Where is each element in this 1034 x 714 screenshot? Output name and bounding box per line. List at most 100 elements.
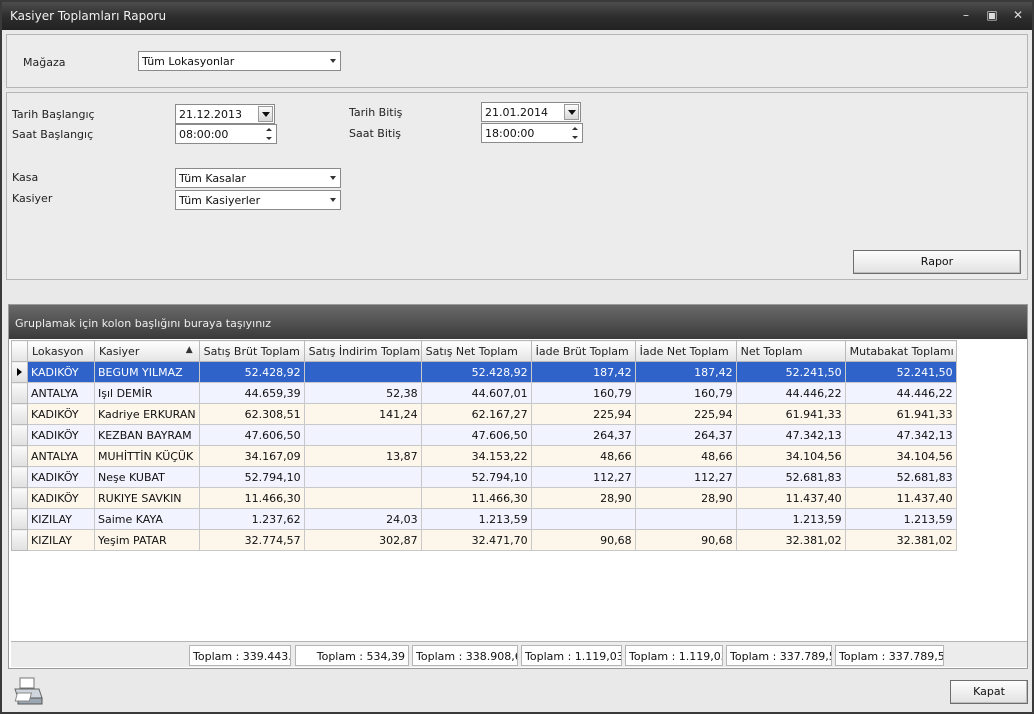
minimize-icon[interactable]: – bbox=[958, 8, 974, 22]
row-indicator[interactable] bbox=[11, 508, 28, 530]
calendar-dropdown-icon[interactable] bbox=[258, 106, 273, 122]
table-cell[interactable]: 90,68 bbox=[530, 529, 636, 551]
table-cell[interactable]: 62.308,51 bbox=[198, 403, 305, 425]
table-cell[interactable]: 11.437,40 bbox=[735, 487, 846, 509]
row-indicator[interactable] bbox=[11, 529, 28, 551]
table-cell[interactable]: 47.342,13 bbox=[735, 424, 846, 446]
table-cell[interactable] bbox=[303, 466, 422, 488]
table-cell[interactable]: 32.381,02 bbox=[844, 529, 957, 551]
close-icon[interactable]: ✕ bbox=[1010, 8, 1026, 22]
table-cell[interactable]: 48,66 bbox=[530, 445, 636, 467]
table-cell[interactable]: 48,66 bbox=[634, 445, 737, 467]
table-cell[interactable]: 264,37 bbox=[530, 424, 636, 446]
table-cell[interactable]: Yeşim PATAR bbox=[94, 529, 200, 551]
table-cell[interactable]: RUKIYE SAVKIN bbox=[94, 487, 200, 509]
spin-down-icon[interactable] bbox=[265, 135, 274, 143]
table-cell[interactable]: ANTALYA bbox=[27, 445, 95, 467]
printer-icon[interactable] bbox=[12, 676, 44, 708]
table-cell[interactable]: 52.794,10 bbox=[420, 466, 532, 488]
magaza-select[interactable]: Tüm Lokasyonlar bbox=[138, 51, 341, 71]
table-cell[interactable]: 112,27 bbox=[530, 466, 636, 488]
table-cell[interactable]: 47.606,50 bbox=[198, 424, 305, 446]
title-bar[interactable]: Kasiyer Toplamları Raporu – ▣ ✕ bbox=[2, 2, 1032, 30]
table-cell[interactable]: 1.213,59 bbox=[420, 508, 532, 530]
table-cell[interactable]: 32.471,70 bbox=[420, 529, 532, 551]
kasiyer-select[interactable]: Tüm Kasiyerler bbox=[175, 190, 341, 210]
table-row[interactable]: KADIKÖY BEGUM YILMAZ 52.428,92 52.428,92 187… bbox=[11, 361, 957, 383]
kasa-select[interactable]: Tüm Kasalar bbox=[175, 168, 341, 188]
table-cell[interactable]: 61.941,33 bbox=[844, 403, 957, 425]
table-cell[interactable]: Saime KAYA bbox=[94, 508, 200, 530]
table-cell[interactable]: 44.659,39 bbox=[198, 382, 305, 404]
table-cell[interactable]: 225,94 bbox=[634, 403, 737, 425]
data-table[interactable]: Lokasyon Kasiyer ▲ Satış Brüt Toplam Satı… bbox=[11, 340, 957, 551]
table-cell[interactable]: 11.466,30 bbox=[420, 487, 532, 509]
table-cell[interactable]: 1.237,62 bbox=[198, 508, 305, 530]
col-header[interactable]: Mutabakat Toplamı bbox=[844, 340, 957, 362]
kapat-button[interactable]: Kapat bbox=[950, 680, 1028, 704]
table-cell[interactable] bbox=[303, 361, 422, 383]
table-cell[interactable]: 44.446,22 bbox=[844, 382, 957, 404]
table-cell[interactable]: 28,90 bbox=[530, 487, 636, 509]
table-cell[interactable]: 47.342,13 bbox=[844, 424, 957, 446]
table-row[interactable]: KIZILAY Saime KAYA 1.237,62 24,03 1.213,59 1.… bbox=[11, 508, 957, 530]
table-cell[interactable]: KADIKÖY bbox=[27, 487, 95, 509]
row-indicator[interactable] bbox=[11, 466, 28, 488]
table-cell[interactable]: KEZBAN BAYRAM bbox=[94, 424, 200, 446]
table-cell[interactable] bbox=[303, 424, 422, 446]
table-row[interactable]: KADIKÖY KEZBAN BAYRAM 47.606,50 47.606,50 26… bbox=[11, 424, 957, 446]
table-row[interactable]: ANTALYA MUHİTTİN KÜÇÜK 34.167,09 13,87 34.15… bbox=[11, 445, 957, 467]
table-cell[interactable] bbox=[530, 508, 636, 530]
table-cell[interactable]: 52.241,50 bbox=[844, 361, 957, 383]
table-cell[interactable]: 52.428,92 bbox=[198, 361, 305, 383]
col-header-sorted[interactable]: Kasiyer ▲ bbox=[94, 340, 200, 362]
saat-baslangic-spinner[interactable]: 08:00:00 bbox=[175, 124, 277, 144]
table-cell[interactable] bbox=[303, 487, 422, 509]
table-cell[interactable]: 1.213,59 bbox=[735, 508, 846, 530]
table-cell[interactable]: 52.428,92 bbox=[420, 361, 532, 383]
table-cell[interactable]: 187,42 bbox=[634, 361, 737, 383]
col-header[interactable]: Satış Brüt Toplam bbox=[198, 340, 305, 362]
table-cell[interactable]: 11.466,30 bbox=[198, 487, 305, 509]
col-header[interactable]: Lokasyon bbox=[27, 340, 95, 362]
table-row[interactable]: KADIKÖY Neşe KUBAT 52.794,10 52.794,10 112,2… bbox=[11, 466, 957, 488]
table-cell[interactable]: 34.167,09 bbox=[198, 445, 305, 467]
table-cell[interactable]: KADIKÖY bbox=[27, 424, 95, 446]
table-cell[interactable]: 32.381,02 bbox=[735, 529, 846, 551]
table-cell[interactable]: 52.681,83 bbox=[844, 466, 957, 488]
table-cell[interactable]: 47.606,50 bbox=[420, 424, 532, 446]
spin-up-icon[interactable] bbox=[571, 125, 580, 133]
table-cell[interactable]: MUHİTTİN KÜÇÜK bbox=[94, 445, 200, 467]
col-header[interactable]: Satış İndirim Toplam bbox=[303, 340, 422, 362]
table-cell[interactable]: 52,38 bbox=[303, 382, 422, 404]
row-indicator[interactable] bbox=[11, 361, 28, 383]
saat-bitis-spinner[interactable]: 18:00:00 bbox=[481, 123, 583, 143]
spin-down-icon[interactable] bbox=[571, 134, 580, 142]
table-cell[interactable]: 13,87 bbox=[303, 445, 422, 467]
table-cell[interactable]: 34.104,56 bbox=[844, 445, 957, 467]
table-cell[interactable]: 24,03 bbox=[303, 508, 422, 530]
table-cell[interactable]: 44.607,01 bbox=[420, 382, 532, 404]
table-row[interactable]: KADIKÖY RUKIYE SAVKIN 11.466,30 11.466,30 28… bbox=[11, 487, 957, 509]
table-cell[interactable]: 1.213,59 bbox=[844, 508, 957, 530]
col-header[interactable]: İade Net Toplam bbox=[634, 340, 737, 362]
table-cell[interactable]: Neşe KUBAT bbox=[94, 466, 200, 488]
table-cell[interactable]: 160,79 bbox=[530, 382, 636, 404]
table-cell[interactable]: 112,27 bbox=[634, 466, 737, 488]
table-cell[interactable]: 302,87 bbox=[303, 529, 422, 551]
table-row[interactable]: ANTALYA Işıl DEMİR 44.659,39 52,38 44.607,01… bbox=[11, 382, 957, 404]
report-grid[interactable]: Gruplamak için kolon başlığını buraya ta… bbox=[8, 304, 1028, 669]
table-cell[interactable]: 34.104,56 bbox=[735, 445, 846, 467]
table-cell[interactable]: KADIKÖY bbox=[27, 403, 95, 425]
table-cell[interactable]: 11.437,40 bbox=[844, 487, 957, 509]
spin-up-icon[interactable] bbox=[265, 126, 274, 134]
group-by-panel[interactable]: Gruplamak için kolon başlığını buraya ta… bbox=[9, 305, 1027, 339]
row-indicator[interactable] bbox=[11, 424, 28, 446]
table-cell[interactable]: 264,37 bbox=[634, 424, 737, 446]
table-cell[interactable]: KADIKÖY bbox=[27, 466, 95, 488]
table-cell[interactable]: 62.167,27 bbox=[420, 403, 532, 425]
row-indicator[interactable] bbox=[11, 487, 28, 509]
table-cell[interactable]: Kadriye ERKURAN bbox=[94, 403, 200, 425]
table-cell[interactable]: KADIKÖY bbox=[27, 361, 95, 383]
tarih-bitis-datepicker[interactable]: 21.01.2014 bbox=[481, 102, 581, 122]
